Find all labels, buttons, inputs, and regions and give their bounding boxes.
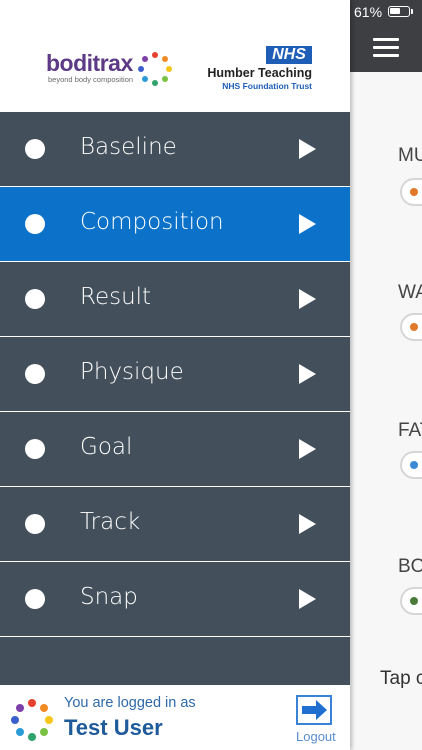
user-name: Test User <box>64 715 163 740</box>
menu-item-result[interactable]: Result <box>0 262 350 337</box>
play-arrow-icon <box>299 214 316 234</box>
metric-label-fat: FAT <box>398 420 422 441</box>
logout-label: Logout <box>296 729 336 744</box>
battery-percent: 61% <box>354 4 383 20</box>
status-bar: 61% <box>350 0 422 24</box>
metric-dot <box>410 461 418 469</box>
menu-item-track[interactable]: Track <box>0 487 350 562</box>
boditrax-dots-icon <box>138 52 172 86</box>
metric-dot <box>410 188 418 196</box>
menu-item-goal[interactable]: Goal <box>0 412 350 487</box>
nhs-trust-subtitle: NHS Foundation Trust <box>222 81 312 91</box>
menu-item-label: Goal <box>80 434 133 460</box>
nhs-trust-logo: NHS Humber Teaching NHS Foundation Trust <box>206 46 316 96</box>
play-arrow-icon <box>299 589 316 609</box>
play-arrow-icon <box>299 439 316 459</box>
side-menu: boditrax beyond body composition NHS Hum… <box>0 0 350 750</box>
menu-item-snap[interactable]: Snap <box>0 562 350 637</box>
play-arrow-icon <box>299 289 316 309</box>
boditrax-wordmark: boditrax <box>46 50 133 76</box>
play-arrow-icon <box>299 364 316 384</box>
bullet-icon <box>25 214 45 234</box>
metric-label-bone: BO <box>398 556 422 577</box>
tap-instruction-text: Tap c <box>380 668 422 689</box>
bullet-icon <box>25 589 45 609</box>
nhs-trust-name: Humber Teaching <box>207 66 312 80</box>
menu-header: boditrax beyond body composition NHS Hum… <box>0 0 350 112</box>
metric-dot <box>410 323 418 331</box>
menu-item-label: Track <box>80 509 141 535</box>
play-arrow-icon <box>299 514 316 534</box>
menu-item-label: Physique <box>80 359 184 385</box>
metric-toggle-water[interactable] <box>400 313 422 341</box>
logout-icon <box>296 695 332 725</box>
menu-list: Baseline Composition Result Physique Goa… <box>0 112 350 637</box>
bullet-icon <box>25 289 45 309</box>
top-bar <box>350 24 422 72</box>
boditrax-tagline: beyond body composition <box>48 75 134 84</box>
logout-button[interactable]: Logout <box>290 693 342 745</box>
menu-footer: You are logged in as Test User Logout <box>0 685 350 750</box>
bullet-icon <box>25 439 45 459</box>
nhs-badge: NHS <box>266 46 312 64</box>
menu-item-label: Composition <box>80 209 224 235</box>
menu-item-baseline[interactable]: Baseline <box>0 112 350 187</box>
metric-toggle-muscle[interactable] <box>400 178 422 206</box>
bullet-icon <box>25 139 45 159</box>
metric-toggle-fat[interactable] <box>400 451 422 479</box>
metric-label-water: WA <box>398 282 422 303</box>
metric-toggle-bone[interactable] <box>400 587 422 615</box>
main-screen: 61% MU WA FAT BO Tap c <box>350 0 422 750</box>
menu-item-label: Baseline <box>80 134 177 160</box>
boditrax-dots-icon <box>8 697 54 743</box>
battery-icon <box>388 6 410 17</box>
bullet-icon <box>25 364 45 384</box>
bullet-icon <box>25 514 45 534</box>
hamburger-menu-icon[interactable] <box>373 38 399 58</box>
play-arrow-icon <box>299 139 316 159</box>
menu-item-physique[interactable]: Physique <box>0 337 350 412</box>
battery-tip <box>411 9 413 14</box>
logged-in-label: You are logged in as <box>64 695 196 711</box>
menu-item-label: Snap <box>80 584 138 610</box>
battery-fill <box>390 8 400 14</box>
menu-item-composition[interactable]: Composition <box>0 187 350 262</box>
metric-dot <box>410 597 418 605</box>
boditrax-logo: boditrax beyond body composition <box>46 50 176 90</box>
menu-item-label: Result <box>80 284 152 310</box>
metric-label-muscle: MU <box>398 145 422 166</box>
